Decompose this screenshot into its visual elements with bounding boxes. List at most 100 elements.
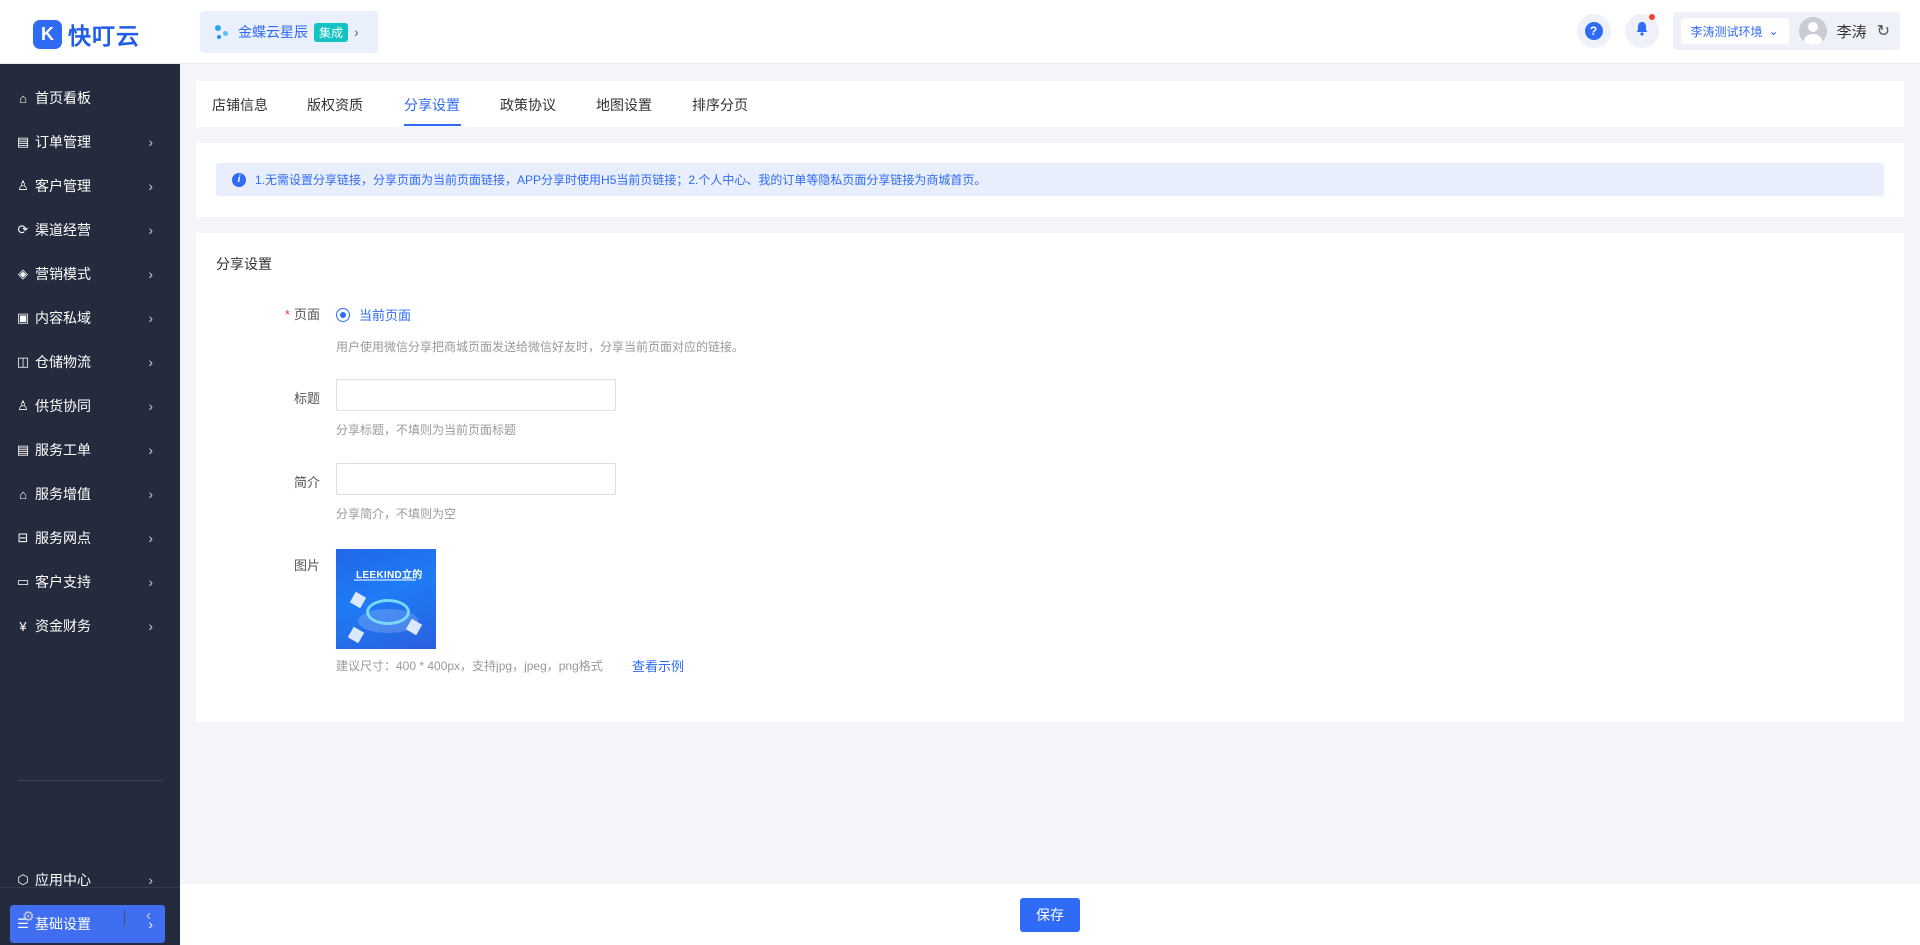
view-example-link[interactable]: 查看示例 — [632, 656, 684, 675]
tab-map-settings[interactable]: 地图设置 — [596, 95, 652, 115]
environment-select[interactable]: 李涛测试环境 ⌄ — [1680, 18, 1789, 44]
sidebar-item-customer-support[interactable]: ▭ 客户支持 › — [10, 563, 165, 601]
sidebar-item-dashboard[interactable]: ⌂ 首页看板 — [10, 79, 165, 117]
channel-icon: ⟳ — [17, 222, 29, 237]
box-icon: ◫ — [16, 354, 30, 369]
thumbnail-ring — [366, 599, 410, 625]
app-logo[interactable]: K 快叮云 — [33, 17, 140, 51]
store-icon: ⊟ — [17, 530, 29, 545]
radio-label: 当前页面 — [359, 308, 412, 323]
sidebar-item-label: 营销模式 — [35, 266, 91, 282]
chevron-right-icon: › — [148, 486, 153, 502]
info-alert: i 1.无需设置分享链接，分享页面为当前页面链接，APP分享时使用H5当前页链接… — [216, 163, 1884, 196]
chevron-right-icon: › — [148, 266, 153, 282]
user-name[interactable]: 李涛 — [1837, 21, 1867, 42]
current-page-radio[interactable]: 当前页面 — [336, 305, 411, 324]
sidebar-item-service-tickets[interactable]: ▤ 服务工单 › — [10, 431, 165, 469]
sidebar-item-orders[interactable]: ▤ 订单管理 › — [10, 123, 165, 161]
sidebar-item-label: 渠道经营 — [35, 222, 91, 238]
header-actions: ? 李涛测试环境 ⌄ 李涛 ↻ — [1576, 12, 1900, 50]
notification-button[interactable] — [1624, 14, 1659, 48]
sidebar-item-service-points[interactable]: ⊟ 服务网点 › — [10, 519, 165, 557]
support-icon: ▭ — [16, 574, 30, 589]
page-hint: 用户使用微信分享把商城页面发送给微信好友时，分享当前页面对应的链接。 — [336, 340, 745, 354]
help-icon: ? — [1584, 22, 1603, 40]
share-title-input[interactable] — [336, 379, 616, 411]
tab-store-info[interactable]: 店铺信息 — [212, 95, 268, 115]
share-settings-form: 分享设置 * 页面 当前页面 用户使用微信分享把商城页面发送给微信好友时，分享当前… — [196, 233, 1904, 722]
settings-tabs: 店铺信息 版权资质 分享设置 政策协议 地图设置 排序分页 — [196, 81, 1904, 127]
chevron-right-icon: › — [148, 222, 153, 238]
sidebar-item-customers[interactable]: ♙ 客户管理 › — [10, 167, 165, 205]
sidebar-item-label: 首页看板 — [35, 90, 91, 106]
title-field-label: 标题 — [293, 391, 320, 406]
tag-icon: ◈ — [18, 266, 28, 281]
sidebar: ⌂ 首页看板 ▤ 订单管理 › ♙ 客户管理 › ⟳ 渠道经营 › ◈ 营销模式 › ▣ 内容私域 › ◫ 仓储物流… — [0, 64, 180, 945]
org-name: 金蝶云星辰 — [238, 24, 308, 40]
bell-icon — [1635, 21, 1649, 41]
chevron-right-icon: › — [148, 310, 153, 326]
gear-icon[interactable]: ⚙ — [22, 908, 35, 925]
image-field-label: 图片 — [293, 558, 320, 573]
user-panel: 李涛测试环境 ⌄ 李涛 ↻ — [1672, 12, 1900, 50]
page-field-label: * 页面 — [240, 304, 320, 323]
sidebar-item-label: 内容私域 — [35, 310, 91, 326]
avatar[interactable] — [1798, 17, 1827, 45]
top-header: K 快叮云 金蝶云星辰 集成 › ? 李涛测试环境 ⌄ 李涛 ↻ — [0, 0, 1920, 64]
chevron-right-icon: › — [148, 178, 153, 194]
tab-sort-paging[interactable]: 排序分页 — [692, 95, 748, 115]
sidebar-footer-divider — [124, 910, 125, 926]
info-icon: i — [232, 172, 246, 187]
sidebar-item-finance[interactable]: ¥ 资金财务 › — [10, 607, 165, 645]
share-image-thumbnail[interactable]: LEEKIND立的 — [336, 549, 436, 649]
sidebar-item-label: 服务网点 — [35, 530, 91, 546]
sidebar-item-value-added[interactable]: ⌂ 服务增值 › — [10, 475, 165, 513]
refresh-icon[interactable]: ↻ — [1877, 21, 1890, 41]
help-button[interactable]: ? — [1576, 14, 1611, 48]
chevron-down-icon: ⌄ — [1768, 24, 1779, 38]
image-icon: ▣ — [16, 310, 30, 325]
tab-share-settings[interactable]: 分享设置 — [404, 95, 460, 115]
info-alert-text: 1.无需设置分享链接，分享页面为当前页面链接，APP分享时使用H5当前页链接；2… — [255, 173, 987, 187]
page-label-text: 页面 — [293, 307, 320, 322]
logo-text: 快叮云 — [68, 23, 140, 49]
tab-policy[interactable]: 政策协议 — [500, 95, 556, 115]
org-tag-badge: 集成 — [314, 22, 349, 42]
footer-bar: 保存 — [180, 884, 1920, 945]
chevron-right-icon: › — [148, 574, 153, 590]
org-logo-icon — [214, 23, 232, 41]
cube-icon: ⬡ — [17, 872, 29, 887]
logo-icon: K — [33, 19, 62, 49]
clipboard-icon: ▤ — [16, 134, 30, 149]
chevron-right-icon: › — [148, 530, 153, 546]
sidebar-item-content[interactable]: ▣ 内容私域 › — [10, 299, 165, 337]
chevron-right-icon: › — [148, 398, 153, 414]
thumbnail-subtitle-bar — [354, 579, 416, 581]
sidebar-footer: ⚙ ‹ — [0, 887, 180, 945]
partner-icon: ♙ — [17, 398, 29, 413]
sidebar-item-label: 供货协同 — [35, 398, 91, 414]
intro-hint: 分享简介，不填则为空 — [336, 507, 457, 521]
org-switcher[interactable]: 金蝶云星辰 集成 › — [200, 11, 378, 53]
sidebar-item-label: 客户管理 — [35, 178, 91, 194]
environment-label: 李涛测试环境 — [1690, 24, 1763, 39]
save-button[interactable]: 保存 — [1020, 898, 1080, 932]
collapse-sidebar-icon[interactable]: ‹ — [146, 907, 151, 924]
unread-dot — [1648, 14, 1655, 20]
sidebar-item-supply[interactable]: ♙ 供货协同 › — [10, 387, 165, 425]
tab-copyright[interactable]: 版权资质 — [307, 95, 363, 115]
chevron-right-icon: › — [148, 872, 153, 888]
sidebar-item-label: 服务工单 — [35, 442, 91, 458]
sidebar-item-warehouse[interactable]: ◫ 仓储物流 › — [10, 343, 165, 381]
sidebar-item-marketing[interactable]: ◈ 营销模式 › — [10, 255, 165, 293]
sidebar-divider — [18, 780, 163, 781]
chevron-right-icon: › — [148, 354, 153, 370]
chevron-right-icon: › — [148, 134, 153, 150]
section-title: 分享设置 — [216, 256, 272, 272]
notice-card: i 1.无需设置分享链接，分享页面为当前页面链接，APP分享时使用H5当前页链接… — [196, 143, 1904, 217]
thumbnail-cube — [349, 591, 367, 609]
home-icon: ⌂ — [19, 90, 27, 106]
sidebar-item-channels[interactable]: ⟳ 渠道经营 › — [10, 211, 165, 249]
required-mark: * — [284, 307, 290, 322]
share-intro-input[interactable] — [336, 463, 616, 495]
